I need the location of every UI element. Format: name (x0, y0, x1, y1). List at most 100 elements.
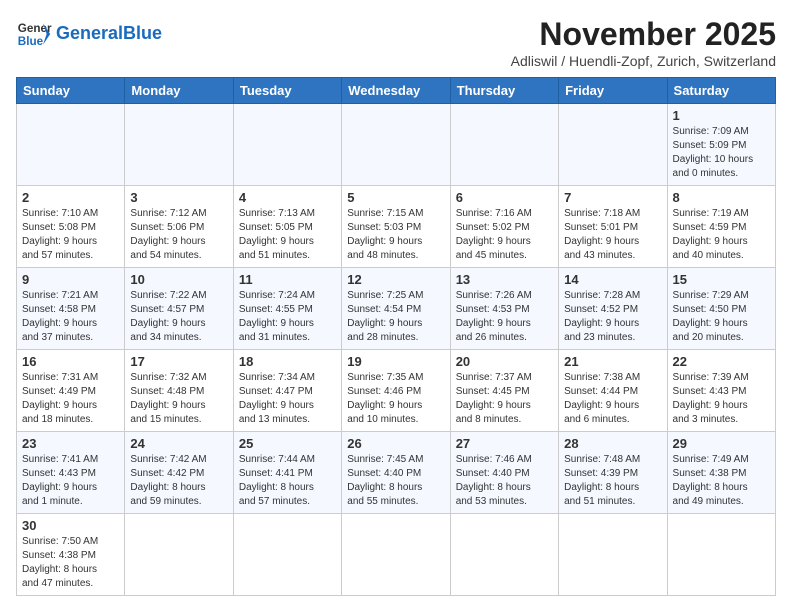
logo-general: General (56, 23, 123, 43)
calendar-cell-w2-d3: 4 Sunrise: 7:13 AM Sunset: 5:05 PM Daylig… (233, 186, 341, 268)
day-number: 7 (564, 190, 661, 205)
col-wednesday: Wednesday (342, 78, 450, 104)
col-friday: Friday (559, 78, 667, 104)
calendar-cell-w5-d6: 28Sunrise: 7:48 AM Sunset: 4:39 PM Dayli… (559, 432, 667, 514)
calendar-week-4: 16Sunrise: 7:31 AM Sunset: 4:49 PM Dayli… (17, 350, 776, 432)
calendar-subtitle: Adliswil / Huendli-Zopf, Zurich, Switzer… (511, 53, 776, 69)
day-info: Sunrise: 7:42 AM Sunset: 4:42 PM Dayligh… (130, 453, 227, 509)
calendar-cell-w2-d4: 5 Sunrise: 7:15 AM Sunset: 5:03 PM Daylig… (342, 186, 450, 268)
calendar-cell-w6-d7 (667, 514, 775, 596)
calendar-cell-w6-d2 (125, 514, 233, 596)
day-number: 23 (22, 436, 119, 451)
day-number: 30 (22, 518, 119, 533)
calendar-cell-w3-d5: 13 Sunrise: 7:26 AM Sunset: 4:53 PM Dayli… (450, 268, 558, 350)
calendar-cell-w6-d6 (559, 514, 667, 596)
calendar-week-1: 1 Sunrise: 7:09 AM Sunset: 5:09 PM Daylig… (17, 104, 776, 186)
calendar-cell-w2-d7: 8 Sunrise: 7:19 AM Sunset: 4:59 PM Daylig… (667, 186, 775, 268)
page-header: General Blue GeneralBlue November 2025 A… (16, 16, 776, 69)
calendar-cell-w4-d2: 17Sunrise: 7:32 AM Sunset: 4:48 PM Dayli… (125, 350, 233, 432)
day-info: Sunrise: 7:28 AM Sunset: 4:52 PM Dayligh… (564, 289, 661, 345)
calendar-cell-w1-d1 (17, 104, 125, 186)
calendar-title: November 2025 (511, 16, 776, 53)
day-info: Sunrise: 7:19 AM Sunset: 4:59 PM Dayligh… (673, 207, 770, 263)
day-number: 11 (239, 272, 336, 287)
calendar-cell-w6-d4 (342, 514, 450, 596)
calendar-table: Sunday Monday Tuesday Wednesday Thursday… (16, 77, 776, 596)
day-info: Sunrise: 7:35 AM Sunset: 4:46 PM Dayligh… (347, 371, 444, 427)
day-number: 29 (673, 436, 770, 451)
day-number: 8 (673, 190, 770, 205)
day-info: Sunrise: 7:46 AM Sunset: 4:40 PM Dayligh… (456, 453, 553, 509)
day-info: Sunrise: 7:25 AM Sunset: 4:54 PM Dayligh… (347, 289, 444, 345)
logo: General Blue GeneralBlue (16, 16, 162, 52)
day-number: 26 (347, 436, 444, 451)
day-info: Sunrise: 7:50 AM Sunset: 4:38 PM Dayligh… (22, 535, 119, 591)
calendar-week-3: 9Sunrise: 7:21 AM Sunset: 4:58 PM Daylig… (17, 268, 776, 350)
day-number: 24 (130, 436, 227, 451)
day-number: 17 (130, 354, 227, 369)
calendar-cell-w1-d7: 1 Sunrise: 7:09 AM Sunset: 5:09 PM Daylig… (667, 104, 775, 186)
calendar-cell-w4-d3: 18Sunrise: 7:34 AM Sunset: 4:47 PM Dayli… (233, 350, 341, 432)
calendar-cell-w6-d5 (450, 514, 558, 596)
calendar-cell-w3-d3: 11 Sunrise: 7:24 AM Sunset: 4:55 PM Dayli… (233, 268, 341, 350)
calendar-cell-w6-d3 (233, 514, 341, 596)
calendar-week-5: 23 Sunrise: 7:41 AM Sunset: 4:43 PM Dayli… (17, 432, 776, 514)
calendar-cell-w2-d1: 2 Sunrise: 7:10 AM Sunset: 5:08 PM Daylig… (17, 186, 125, 268)
calendar-cell-w4-d4: 19Sunrise: 7:35 AM Sunset: 4:46 PM Dayli… (342, 350, 450, 432)
day-info: Sunrise: 7:12 AM Sunset: 5:06 PM Dayligh… (130, 207, 227, 263)
calendar-cell-w1-d5 (450, 104, 558, 186)
day-number: 4 (239, 190, 336, 205)
calendar-cell-w4-d6: 21 Sunrise: 7:38 AM Sunset: 4:44 PM Dayli… (559, 350, 667, 432)
day-info: Sunrise: 7:45 AM Sunset: 4:40 PM Dayligh… (347, 453, 444, 509)
calendar-cell-w5-d3: 25 Sunrise: 7:44 AM Sunset: 4:41 PM Dayli… (233, 432, 341, 514)
day-info: Sunrise: 7:24 AM Sunset: 4:55 PM Dayligh… (239, 289, 336, 345)
calendar-cell-w2-d5: 6 Sunrise: 7:16 AM Sunset: 5:02 PM Daylig… (450, 186, 558, 268)
calendar-cell-w4-d5: 20Sunrise: 7:37 AM Sunset: 4:45 PM Dayli… (450, 350, 558, 432)
day-number: 13 (456, 272, 553, 287)
calendar-cell-w4-d7: 22 Sunrise: 7:39 AM Sunset: 4:43 PM Dayli… (667, 350, 775, 432)
calendar-cell-w4-d1: 16Sunrise: 7:31 AM Sunset: 4:49 PM Dayli… (17, 350, 125, 432)
calendar-week-6: 30 Sunrise: 7:50 AM Sunset: 4:38 PM Dayli… (17, 514, 776, 596)
day-number: 15 (673, 272, 770, 287)
day-number: 1 (673, 108, 770, 123)
day-info: Sunrise: 7:10 AM Sunset: 5:08 PM Dayligh… (22, 207, 119, 263)
calendar-cell-w5-d7: 29Sunrise: 7:49 AM Sunset: 4:38 PM Dayli… (667, 432, 775, 514)
day-info: Sunrise: 7:39 AM Sunset: 4:43 PM Dayligh… (673, 371, 770, 427)
calendar-cell-w3-d4: 12Sunrise: 7:25 AM Sunset: 4:54 PM Dayli… (342, 268, 450, 350)
calendar-cell-w3-d6: 14 Sunrise: 7:28 AM Sunset: 4:52 PM Dayli… (559, 268, 667, 350)
day-info: Sunrise: 7:13 AM Sunset: 5:05 PM Dayligh… (239, 207, 336, 263)
day-info: Sunrise: 7:16 AM Sunset: 5:02 PM Dayligh… (456, 207, 553, 263)
day-number: 27 (456, 436, 553, 451)
day-number: 22 (673, 354, 770, 369)
calendar-week-2: 2 Sunrise: 7:10 AM Sunset: 5:08 PM Daylig… (17, 186, 776, 268)
day-number: 2 (22, 190, 119, 205)
day-number: 14 (564, 272, 661, 287)
col-sunday: Sunday (17, 78, 125, 104)
day-number: 18 (239, 354, 336, 369)
day-info: Sunrise: 7:38 AM Sunset: 4:44 PM Dayligh… (564, 371, 661, 427)
day-number: 10 (130, 272, 227, 287)
day-info: Sunrise: 7:26 AM Sunset: 4:53 PM Dayligh… (456, 289, 553, 345)
calendar-cell-w5-d2: 24 Sunrise: 7:42 AM Sunset: 4:42 PM Dayli… (125, 432, 233, 514)
day-number: 5 (347, 190, 444, 205)
calendar-cell-w5-d4: 26 Sunrise: 7:45 AM Sunset: 4:40 PM Dayli… (342, 432, 450, 514)
day-info: Sunrise: 7:18 AM Sunset: 5:01 PM Dayligh… (564, 207, 661, 263)
day-info: Sunrise: 7:22 AM Sunset: 4:57 PM Dayligh… (130, 289, 227, 345)
day-number: 25 (239, 436, 336, 451)
day-info: Sunrise: 7:15 AM Sunset: 5:03 PM Dayligh… (347, 207, 444, 263)
day-info: Sunrise: 7:41 AM Sunset: 4:43 PM Dayligh… (22, 453, 119, 509)
day-number: 28 (564, 436, 661, 451)
calendar-cell-w3-d1: 9Sunrise: 7:21 AM Sunset: 4:58 PM Daylig… (17, 268, 125, 350)
logo-blue: Blue (123, 23, 162, 43)
day-number: 6 (456, 190, 553, 205)
day-info: Sunrise: 7:09 AM Sunset: 5:09 PM Dayligh… (673, 125, 770, 181)
day-info: Sunrise: 7:37 AM Sunset: 4:45 PM Dayligh… (456, 371, 553, 427)
day-info: Sunrise: 7:44 AM Sunset: 4:41 PM Dayligh… (239, 453, 336, 509)
calendar-cell-w3-d7: 15Sunrise: 7:29 AM Sunset: 4:50 PM Dayli… (667, 268, 775, 350)
calendar-header-row: Sunday Monday Tuesday Wednesday Thursday… (17, 78, 776, 104)
day-number: 21 (564, 354, 661, 369)
calendar-cell-w6-d1: 30 Sunrise: 7:50 AM Sunset: 4:38 PM Dayli… (17, 514, 125, 596)
day-number: 3 (130, 190, 227, 205)
title-area: November 2025 Adliswil / Huendli-Zopf, Z… (511, 16, 776, 69)
day-number: 9 (22, 272, 119, 287)
